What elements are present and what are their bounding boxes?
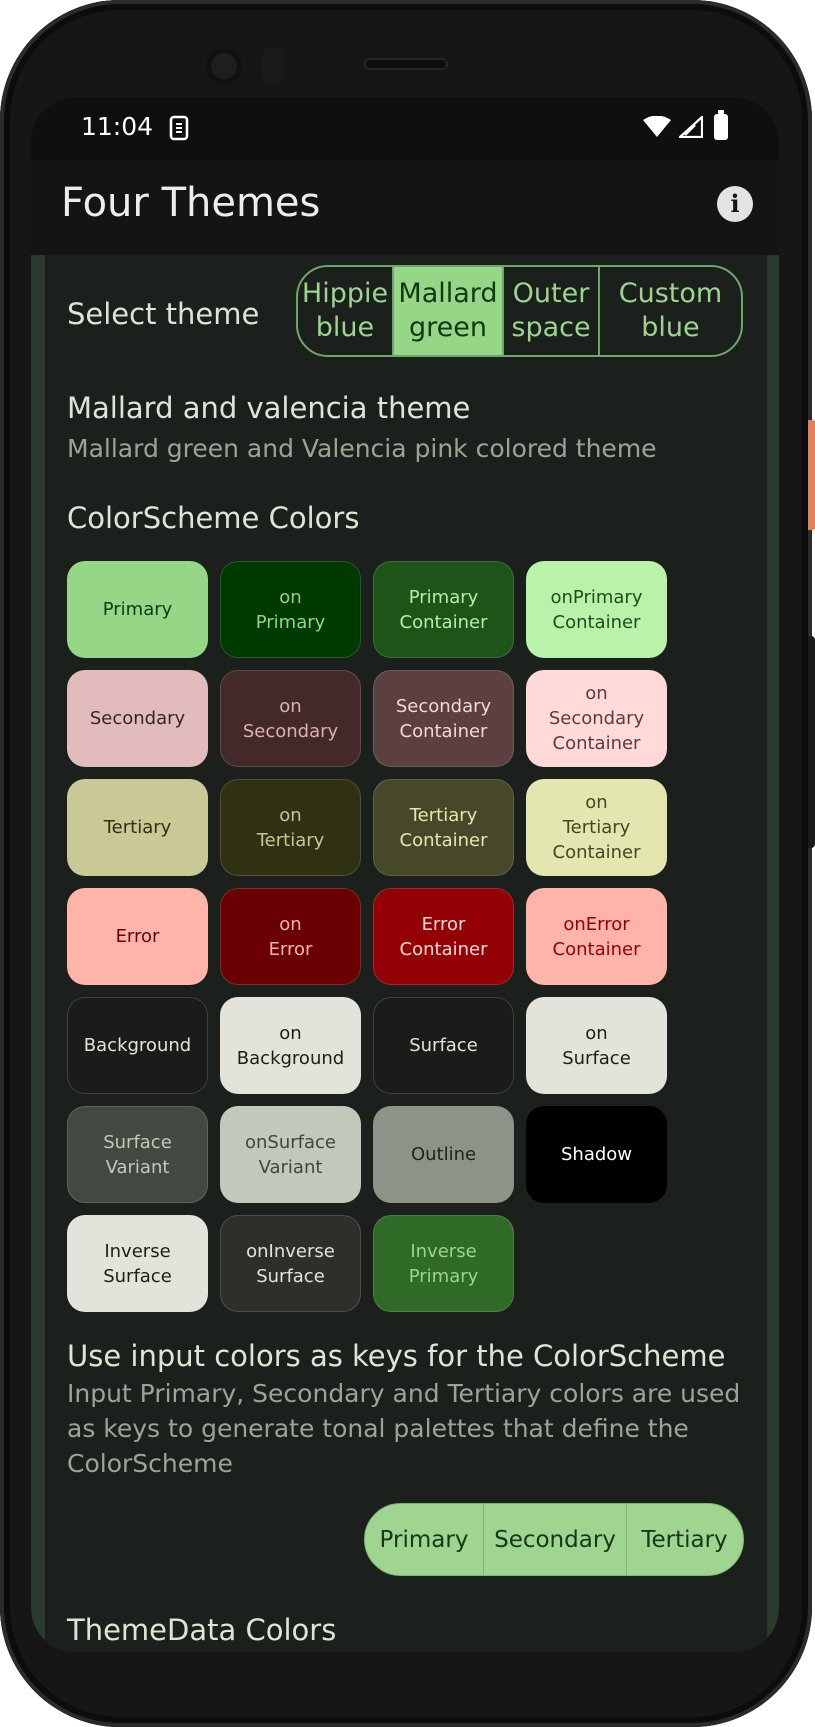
color-swatch-secondary-container[interactable]: Secondary Container — [373, 670, 514, 767]
input-keys-description: Input Primary, Secondary and Tertiary co… — [67, 1379, 741, 1478]
theme-option-custom-blue[interactable]: Custom blue — [600, 267, 741, 355]
info-icon[interactable]: i — [717, 186, 753, 222]
swatch-label: onSurface Variant — [245, 1131, 336, 1178]
swatch-label: Tertiary Container — [399, 804, 488, 851]
color-swatch-on-tertiary[interactable]: on Tertiary — [220, 779, 361, 876]
swatch-label: onPrimary Container — [550, 586, 643, 633]
swatch-label: Error Container — [399, 913, 488, 960]
battery-icon — [714, 110, 728, 140]
color-swatch-shadow[interactable]: Shadow — [526, 1106, 667, 1203]
theme-option-label: Mallard — [398, 278, 498, 309]
color-swatch-surface[interactable]: Surface — [373, 997, 514, 1094]
color-swatch-outline[interactable]: Outline — [373, 1106, 514, 1203]
theme-name-title: Mallard and valencia theme — [67, 391, 471, 425]
swatch-label: on Tertiary Container — [552, 792, 641, 863]
color-swatch-on-secondary-container[interactable]: on Secondary Container — [526, 670, 667, 767]
color-swatch-background[interactable]: Background — [67, 997, 208, 1094]
phone-frame: 11:04 Four Themes i Select theme Hippie … — [0, 0, 815, 1727]
color-swatch-oninverse-surface[interactable]: onInverse Surface — [220, 1215, 361, 1312]
swatch-label: on Surface — [562, 1022, 631, 1069]
color-swatch-inverse-surface[interactable]: Inverse Surface — [67, 1215, 208, 1312]
colorscheme-heading: ColorScheme Colors — [67, 501, 360, 535]
color-swatch-surface-variant[interactable]: Surface Variant — [67, 1106, 208, 1203]
color-swatch-on-background[interactable]: on Background — [220, 997, 361, 1094]
swatch-label: Inverse Surface — [103, 1240, 172, 1287]
themedata-heading: ThemeData Colors — [67, 1613, 337, 1647]
theme-option-label: blue — [315, 312, 375, 343]
theme-option-label: green — [409, 312, 487, 343]
swatch-label: Primary Container — [399, 586, 488, 633]
color-swatch-on-surface[interactable]: on Surface — [526, 997, 667, 1094]
swatch-label: Secondary Container — [395, 695, 492, 742]
proximity-sensor — [262, 46, 284, 84]
theme-option-hippie-blue[interactable]: Hippie blue — [298, 267, 394, 355]
swatch-label: Tertiary — [103, 817, 172, 838]
key-primary-button[interactable]: Primary — [365, 1504, 484, 1575]
swatch-label: onInverse Surface — [246, 1240, 335, 1287]
swatch-label: on Primary — [255, 586, 326, 633]
volume-button[interactable] — [808, 636, 815, 848]
swatch-label: on Tertiary — [256, 804, 325, 851]
input-key-toggle-group: Primary Secondary Tertiary — [364, 1503, 744, 1576]
theme-option-label: Hippie — [301, 278, 389, 309]
swatch-label: Inverse Primary — [408, 1240, 479, 1287]
theme-option-outer-space[interactable]: Outer space — [504, 267, 600, 355]
swatch-label: Primary — [102, 599, 173, 620]
theme-card: Select theme Hippie blue Mallard green Out… — [45, 255, 767, 1652]
swatch-label: on Secondary — [242, 695, 339, 742]
power-button[interactable] — [808, 420, 815, 530]
color-swatch-onsurface-variant[interactable]: onSurface Variant — [220, 1106, 361, 1203]
theme-option-label: space — [511, 312, 591, 343]
swatch-label: on Error — [268, 913, 313, 960]
theme-description: Mallard green and Valencia pink colored … — [67, 434, 657, 463]
color-swatch-on-tertiary-container[interactable]: on Tertiary Container — [526, 779, 667, 876]
input-keys-title: Use input colors as keys for the ColorSc… — [67, 1339, 726, 1373]
color-swatch-error[interactable]: Error — [67, 888, 208, 985]
front-camera — [206, 48, 242, 84]
color-swatch-tertiary[interactable]: Tertiary — [67, 779, 208, 876]
app-title: Four Themes — [61, 180, 321, 226]
swatch-label: on Secondary Container — [548, 683, 645, 754]
theme-option-mallard-green[interactable]: Mallard green — [394, 267, 504, 355]
color-swatch-inverse-primary[interactable]: Inverse Primary — [373, 1215, 514, 1312]
color-swatch-primary-container[interactable]: Primary Container — [373, 561, 514, 658]
swatch-label: Background — [83, 1035, 192, 1056]
key-secondary-button[interactable]: Secondary — [484, 1504, 627, 1575]
color-swatch-onerror-container[interactable]: onError Container — [526, 888, 667, 985]
status-time: 11:04 — [81, 112, 154, 141]
swatch-label: on Background — [236, 1022, 345, 1069]
color-swatch-error-container[interactable]: Error Container — [373, 888, 514, 985]
select-theme-label: Select theme — [67, 297, 260, 331]
content-area[interactable]: Select theme Hippie blue Mallard green Out… — [31, 255, 779, 1652]
color-swatch-on-error[interactable]: on Error — [220, 888, 361, 985]
key-tertiary-button[interactable]: Tertiary — [627, 1504, 742, 1575]
screen: 11:04 Four Themes i Select theme Hippie … — [31, 98, 779, 1652]
swatch-label: Secondary — [89, 708, 186, 729]
swatch-label: Surface Variant — [103, 1131, 172, 1178]
status-bar: 11:04 — [31, 98, 779, 160]
color-swatch-on-primary[interactable]: on Primary — [220, 561, 361, 658]
theme-option-label: Outer — [512, 278, 590, 309]
earpiece-speaker — [364, 58, 448, 70]
color-swatch-tertiary-container[interactable]: Tertiary Container — [373, 779, 514, 876]
swatch-label: Surface — [409, 1035, 478, 1056]
color-swatch-primary[interactable]: Primary — [67, 561, 208, 658]
app-bar: Four Themes i — [31, 160, 779, 255]
wifi-icon — [643, 116, 671, 137]
swatch-label: Error — [115, 926, 160, 947]
sim-card-icon — [169, 115, 189, 141]
swatch-label: onError Container — [552, 913, 641, 960]
swatch-label: Outline — [410, 1144, 477, 1165]
swatch-label: Shadow — [560, 1144, 633, 1165]
cell-signal-icon — [679, 116, 703, 138]
color-swatch-secondary[interactable]: Secondary — [67, 670, 208, 767]
color-swatch-on-secondary[interactable]: on Secondary — [220, 670, 361, 767]
color-swatch-onprimary-container[interactable]: onPrimary Container — [526, 561, 667, 658]
theme-option-label: Custom — [618, 278, 723, 309]
theme-option-label: blue — [641, 312, 700, 343]
theme-toggle-group: Hippie blue Mallard green Outer space Custo… — [296, 265, 743, 357]
